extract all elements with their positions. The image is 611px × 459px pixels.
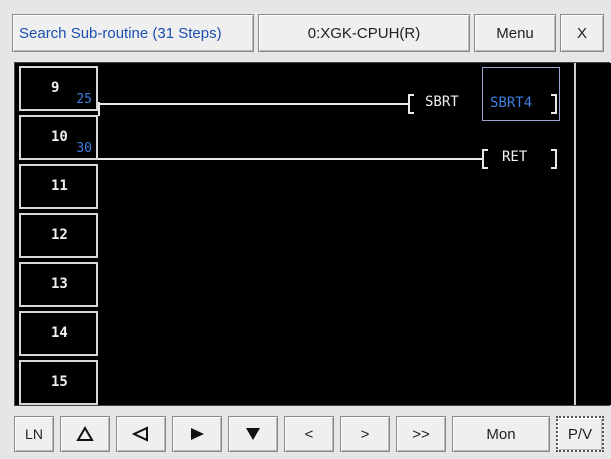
line-number: 10 — [51, 129, 68, 145]
right-triangle-icon — [191, 428, 204, 440]
line-number: 15 — [51, 374, 68, 390]
line-number-cell[interactable]: 15 — [19, 360, 98, 405]
instruction-bracket-right — [551, 94, 557, 114]
ladder-editor[interactable]: 9 25 10 30 11 12 13 14 15 SBRT SBRT4 RET — [14, 62, 611, 406]
rung-wire — [98, 158, 482, 160]
scroll-up-button[interactable] — [60, 416, 110, 452]
cursor-selection[interactable] — [482, 67, 560, 121]
scroll-down-button[interactable] — [228, 416, 278, 452]
previous-button[interactable]: < — [284, 416, 334, 452]
cpu-button[interactable]: 0:XGK-CPUH(R) — [258, 14, 470, 52]
down-triangle-icon — [246, 428, 260, 440]
step-number: 30 — [76, 141, 92, 156]
menu-button[interactable]: Menu — [474, 14, 556, 52]
scroll-left-button[interactable] — [116, 416, 166, 452]
line-number-toggle-button[interactable]: LN — [14, 416, 54, 452]
line-number-cell[interactable]: 11 — [19, 164, 98, 209]
line-number-cell[interactable]: 12 — [19, 213, 98, 258]
line-number: 9 — [51, 80, 60, 96]
navigation-toolbar: LN < > >> Mon P/V — [14, 416, 608, 454]
sbrt-operand[interactable]: SBRT4 — [490, 95, 532, 111]
next-button[interactable]: > — [340, 416, 390, 452]
monitor-button[interactable]: Mon — [452, 416, 550, 452]
close-button[interactable]: X — [560, 14, 604, 52]
left-triangle-icon — [132, 426, 148, 442]
line-number: 12 — [51, 227, 68, 243]
scroll-right-button[interactable] — [172, 416, 222, 452]
ladder-right-margin — [574, 63, 611, 405]
line-number: 11 — [51, 178, 68, 194]
ret-instruction[interactable]: RET — [502, 149, 527, 165]
fast-next-button[interactable]: >> — [396, 416, 446, 452]
line-number-cell[interactable]: 13 — [19, 262, 98, 307]
line-number-cell[interactable]: 9 25 — [19, 66, 98, 111]
line-number-cell[interactable]: 14 — [19, 311, 98, 356]
up-triangle-icon — [76, 426, 94, 441]
sbrt-instruction[interactable]: SBRT — [425, 94, 459, 110]
program-view-button[interactable]: P/V — [556, 416, 604, 452]
line-number: 13 — [51, 276, 68, 292]
subroutine-title-button[interactable]: Search Sub-routine (31 Steps) — [12, 14, 254, 52]
line-number: 14 — [51, 325, 68, 341]
step-number: 25 — [76, 92, 92, 107]
instruction-bracket-left — [408, 94, 414, 114]
instruction-bracket-right — [551, 149, 557, 169]
instruction-bracket-left — [482, 149, 488, 169]
rung-wire — [98, 103, 408, 105]
line-number-cell[interactable]: 10 30 — [19, 115, 98, 160]
